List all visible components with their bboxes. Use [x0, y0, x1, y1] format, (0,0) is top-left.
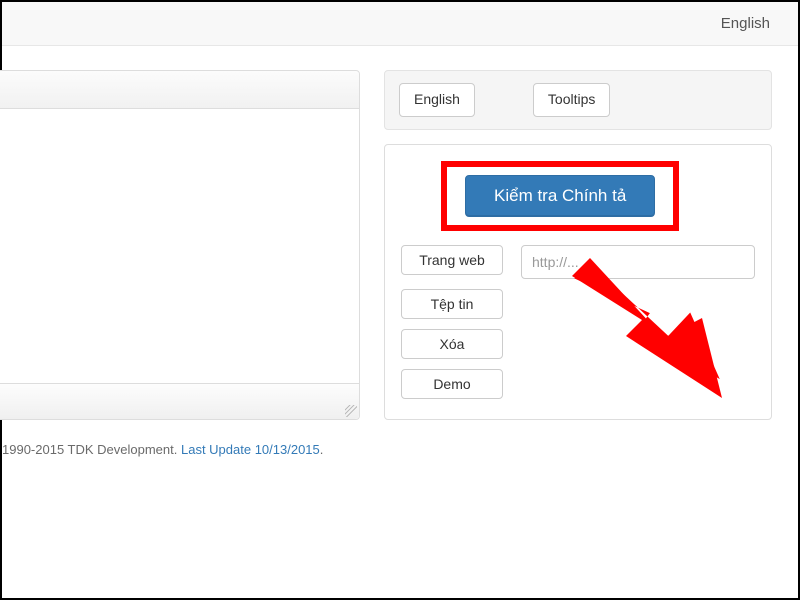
- topbar: English: [2, 2, 798, 46]
- content-area: English Tooltips Kiểm tra Chính tả Trang…: [0, 46, 798, 420]
- demo-button[interactable]: Demo: [401, 369, 503, 399]
- file-row: Tệp tin: [401, 289, 755, 319]
- actions-panel: Kiểm tra Chính tả Trang web Tệp tin Xóa …: [384, 144, 772, 420]
- text-editor-panel: [0, 70, 360, 420]
- editor-footer: [0, 383, 359, 419]
- right-column: English Tooltips Kiểm tra Chính tả Trang…: [384, 70, 798, 420]
- language-link[interactable]: English: [721, 15, 770, 32]
- webpage-button[interactable]: Trang web: [401, 245, 503, 275]
- demo-row: Demo: [401, 369, 755, 399]
- english-button[interactable]: English: [399, 83, 475, 117]
- last-update-link[interactable]: Last Update 10/13/2015: [181, 442, 320, 457]
- copyright-text: 1990-2015 TDK Development.: [2, 442, 181, 457]
- clear-button[interactable]: Xóa: [401, 329, 503, 359]
- url-input[interactable]: [521, 245, 755, 279]
- footer-period: .: [320, 442, 324, 457]
- footer: 1990-2015 TDK Development. Last Update 1…: [2, 442, 798, 457]
- check-spelling-button[interactable]: Kiểm tra Chính tả: [465, 175, 655, 217]
- tooltips-button[interactable]: Tooltips: [533, 83, 610, 117]
- file-button[interactable]: Tệp tin: [401, 289, 503, 319]
- editor-body[interactable]: [0, 109, 359, 383]
- options-panel: English Tooltips: [384, 70, 772, 130]
- webpage-row: Trang web: [401, 245, 755, 279]
- editor-toolbar: [0, 71, 359, 109]
- resize-grip-icon[interactable]: [345, 405, 357, 417]
- highlight-annotation: Kiểm tra Chính tả: [441, 161, 679, 231]
- clear-row: Xóa: [401, 329, 755, 359]
